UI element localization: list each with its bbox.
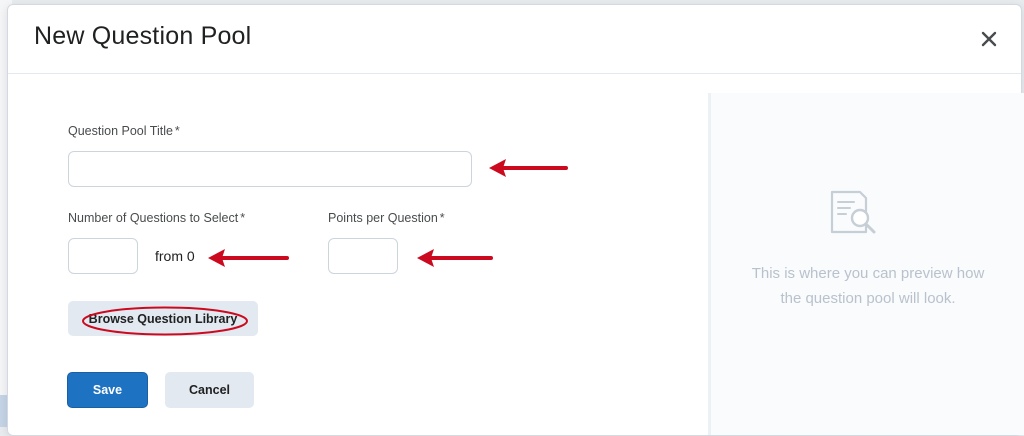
number-of-questions-label: Number of Questions to Select * bbox=[68, 211, 245, 225]
required-marker: * bbox=[240, 211, 246, 225]
question-pool-title-input[interactable] bbox=[68, 151, 472, 187]
document-search-icon bbox=[830, 190, 876, 234]
annotation-ellipse-browse bbox=[82, 306, 248, 336]
question-pool-title-label: Question Pool Title * bbox=[68, 124, 180, 138]
annotation-arrow-number bbox=[208, 249, 289, 267]
dialog-header: New Question Pool bbox=[8, 5, 1021, 74]
number-of-questions-label-text: Number of Questions to Select bbox=[68, 211, 239, 225]
annotation-arrow-points bbox=[417, 249, 493, 267]
close-button[interactable] bbox=[977, 27, 1001, 51]
required-marker: * bbox=[174, 124, 180, 138]
question-pool-title-label-text: Question Pool Title bbox=[68, 124, 173, 138]
required-marker: * bbox=[439, 211, 445, 225]
points-per-question-label-text: Points per Question bbox=[328, 211, 438, 225]
number-of-questions-input[interactable] bbox=[68, 238, 138, 274]
new-question-pool-dialog: New Question Pool Question Pool Title * N… bbox=[7, 4, 1024, 436]
close-icon bbox=[981, 31, 997, 47]
cancel-button[interactable]: Cancel bbox=[165, 372, 254, 408]
preview-message: This is where you can preview how the qu… bbox=[751, 265, 985, 307]
from-count-text: from 0 bbox=[155, 248, 195, 264]
points-per-question-input[interactable] bbox=[328, 238, 398, 274]
annotation-arrow-title bbox=[489, 159, 568, 177]
points-per-question-label: Points per Question * bbox=[328, 211, 445, 225]
save-button[interactable]: Save bbox=[67, 372, 148, 408]
dialog-title: New Question Pool bbox=[34, 22, 252, 50]
preview-panel: This is where you can preview how the qu… bbox=[708, 93, 1024, 435]
